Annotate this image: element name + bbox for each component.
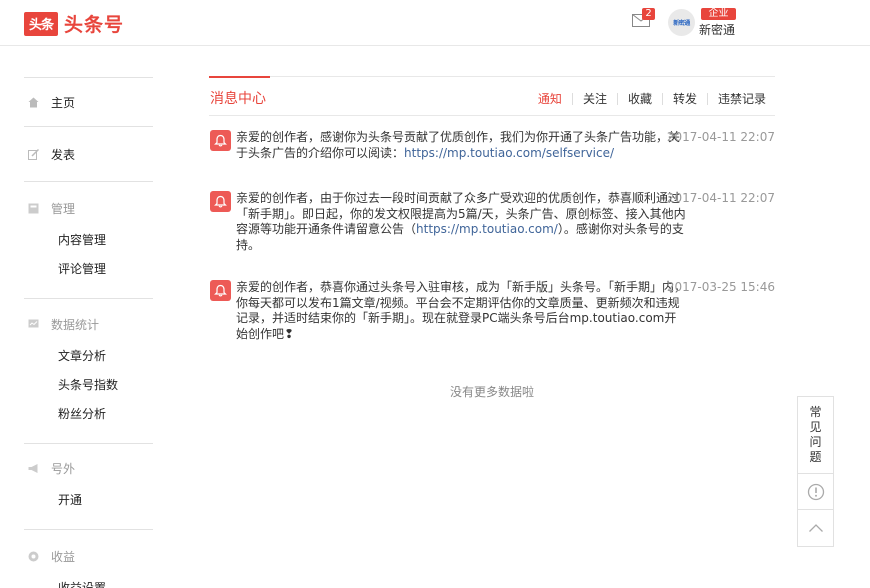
divider [24,298,153,299]
sidebar-item-publish[interactable]: 发表 [24,127,153,181]
message-text: 亲爱的创作者，感谢你为头条号贡献了优质创作，我们为你开通了头条广告功能，关于头条… [236,130,688,161]
message-center-header: 消息中心 通知 关注 收藏 转发 违禁记录 [209,76,775,116]
tab-divider [706,92,708,105]
tab-violation-records[interactable]: 违禁记录 [718,90,766,107]
coin-icon [28,551,39,561]
sidebar-group-income: 收益 [24,538,153,574]
manage-icon [28,203,39,213]
sidebar-item-article-analysis[interactable]: 文章分析 [24,342,153,371]
faq-char: 问 [809,435,822,449]
floating-help-panel: 常 见 问 题 [797,396,834,547]
faq-char: 见 [809,420,822,434]
sidebar-item-label: 主页 [51,95,76,110]
sidebar-group-label: 管理 [51,201,76,216]
tab-follow[interactable]: 关注 [583,90,607,107]
sidebar-item-label: 发表 [51,147,76,162]
message-text: 亲爱的创作者，由于你过去一段时间贡献了众多广受欢迎的优质创作，恭喜顺利通过「新手… [236,191,688,253]
message-time: 2017-04-11 22:07 [666,130,775,144]
sidebar-group-extra: 号外 [24,450,153,486]
feedback-icon [807,483,824,500]
bell-icon [210,191,231,212]
divider [24,181,153,182]
bell-icon [210,130,231,151]
chart-icon [28,319,39,327]
sidebar-group-manage: 管理 [24,190,153,226]
avatar[interactable]: 新密通 [668,9,695,36]
sidebar-item-comment-manage[interactable]: 评论管理 [24,255,153,284]
sidebar-group-label: 收益 [51,549,76,564]
message-center: 消息中心 通知 关注 收藏 转发 违禁记录 亲爱的创作者，感谢你为头条号贡献了优… [209,76,775,341]
message-text: 亲爱的创作者，恭喜你通过头条号入驻审核，成为「新手版」头条号。「新手期」内，你每… [236,280,688,342]
tab-forward[interactable]: 转发 [673,90,697,107]
enterprise-badge: 企业 [701,8,736,20]
faq-char: 题 [809,450,822,464]
logo-mark: 头条 [24,11,58,36]
tab-divider [661,92,663,105]
title-accent [209,76,270,78]
message-tabs: 通知 关注 收藏 转发 违禁记录 [538,90,766,107]
message-link[interactable]: https://mp.toutiao.com/selfservice/ [404,146,614,160]
megaphone-icon [28,463,38,473]
no-more-data: 没有更多数据啦 [449,385,534,399]
edit-icon [28,148,39,160]
sidebar-group-label: 号外 [51,461,76,476]
username[interactable]: 新密通 [699,21,735,38]
mail-count-badge: 2 [642,8,655,20]
message-link[interactable]: https://mp.toutiao.com/ [416,222,558,236]
avatar-text: 新密通 [673,20,690,27]
divider [24,529,153,530]
sidebar: 主页 发表 管理 内容管理 评论管理 数据统计 文章分析 头条号指数 粉丝分析 … [24,77,153,588]
sidebar-group-stats: 数据统计 [24,306,153,342]
logo-text: 头条号 [64,14,125,36]
tab-favorites[interactable]: 收藏 [628,90,652,107]
feedback-button[interactable] [798,474,833,510]
message-time: 2017-03-25 15:46 [666,280,775,294]
sidebar-group-label: 数据统计 [51,317,100,332]
tab-divider [571,92,573,105]
home-icon [28,97,39,107]
sidebar-item-fans-analysis[interactable]: 粉丝分析 [24,400,153,429]
toutiao-logo[interactable]: 头条 头条号 [24,10,124,37]
sidebar-item-home[interactable]: 主页 [24,78,153,126]
bell-icon [210,280,231,301]
back-to-top-button[interactable] [798,510,833,546]
top-bar: 头条 头条号 2 新密通 企业 新密通 [0,0,870,46]
sidebar-item-activate[interactable]: 开通 [24,486,153,515]
message-time: 2017-04-11 22:07 [666,191,775,205]
faq-button[interactable]: 常 见 问 题 [798,397,833,474]
sidebar-item-income-settings[interactable]: 收益设置 [24,574,153,588]
divider [24,443,153,444]
faq-char: 常 [809,405,822,419]
message-content: 亲爱的创作者，恭喜你通过头条号入驻审核，成为「新手版」头条号。「新手期」内，你每… [236,280,687,341]
page-title: 消息中心 [210,91,266,107]
sidebar-item-content-manage[interactable]: 内容管理 [24,226,153,255]
back-to-top-icon [808,524,823,532]
tab-divider [616,92,618,105]
tab-notification[interactable]: 通知 [538,90,562,107]
sidebar-item-account-index[interactable]: 头条号指数 [24,371,153,400]
